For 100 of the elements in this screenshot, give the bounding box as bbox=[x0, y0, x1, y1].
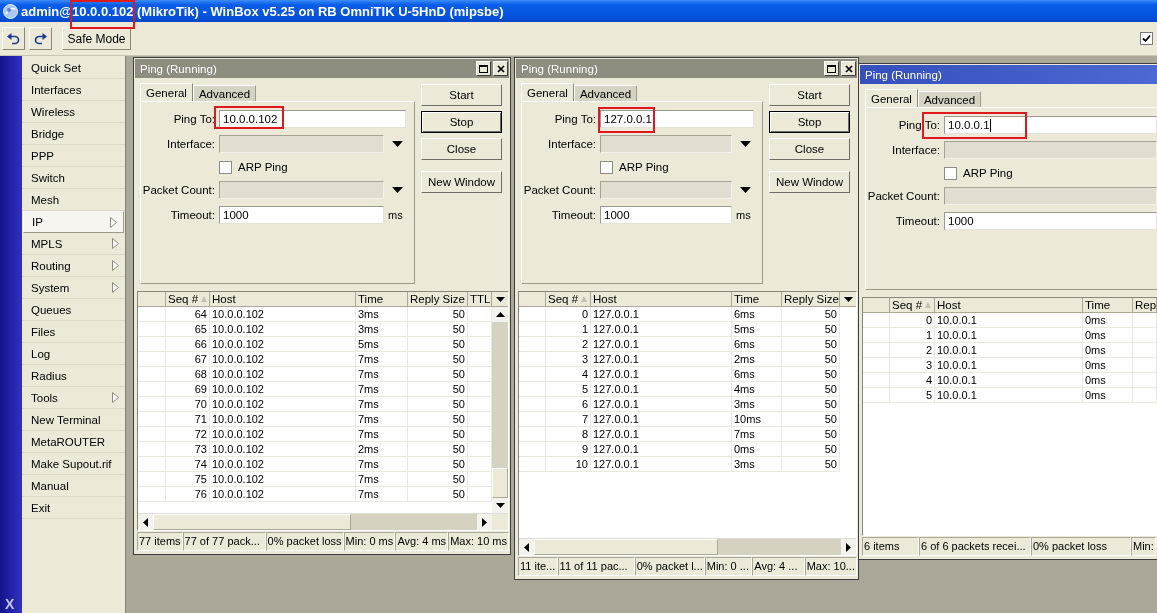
safe-mode-button[interactable]: Safe Mode bbox=[62, 27, 131, 50]
scroll-up-button[interactable] bbox=[492, 307, 508, 322]
scroll-thumb[interactable] bbox=[534, 539, 719, 555]
table-cell: 10.0.0.102 bbox=[210, 322, 356, 337]
column-menu-button[interactable] bbox=[840, 292, 856, 307]
scroll-right-button[interactable] bbox=[841, 539, 856, 555]
input-field[interactable]: 10.0.0.1 bbox=[944, 116, 1157, 134]
column-header[interactable]: Time bbox=[732, 292, 782, 307]
table-cell bbox=[138, 457, 166, 472]
maximize-icon bbox=[827, 64, 836, 73]
scroll-left-button[interactable] bbox=[519, 539, 534, 555]
table-cell: 3 bbox=[890, 358, 935, 373]
table-cell bbox=[138, 442, 166, 457]
button[interactable]: Start bbox=[421, 84, 502, 106]
table-cell: 10.0.0.102 bbox=[210, 442, 356, 457]
tab[interactable]: General bbox=[521, 83, 574, 101]
table-cell bbox=[138, 367, 166, 382]
column-header[interactable]: Time bbox=[356, 292, 408, 307]
button[interactable]: Close bbox=[421, 138, 502, 160]
maximize-button[interactable] bbox=[824, 61, 839, 76]
tab[interactable]: Advanced bbox=[573, 85, 638, 101]
close-icon bbox=[844, 64, 853, 73]
input-field[interactable]: 1000 bbox=[600, 206, 732, 224]
input-field[interactable]: 127.0.0.1 bbox=[600, 110, 754, 128]
horizontal-scrollbar[interactable] bbox=[138, 514, 492, 530]
table-cell: 7ms bbox=[356, 427, 408, 442]
tab[interactable]: General bbox=[865, 89, 918, 107]
caret-icon[interactable] bbox=[391, 141, 403, 147]
column-header[interactable]: Host bbox=[591, 292, 732, 307]
vertical-scrollbar[interactable] bbox=[492, 307, 508, 513]
table-cell: 50 bbox=[408, 397, 468, 412]
table-cell: 10.0.0.102 bbox=[210, 367, 356, 382]
status-bar-item: Avg: 4 ... bbox=[752, 557, 805, 576]
tab[interactable]: Advanced bbox=[917, 91, 982, 107]
caret-icon[interactable] bbox=[739, 141, 751, 147]
table-cell bbox=[138, 307, 166, 322]
table-cell bbox=[1133, 358, 1157, 373]
column-menu-button[interactable] bbox=[492, 292, 508, 307]
checkbox[interactable] bbox=[1140, 32, 1153, 45]
column-header[interactable]: Time bbox=[1083, 298, 1133, 313]
table-cell: 10.0.0.102 bbox=[210, 337, 356, 352]
table-cell: 10.0.0.102 bbox=[210, 307, 356, 322]
close-button[interactable] bbox=[493, 61, 508, 76]
caret-icon[interactable] bbox=[391, 187, 403, 193]
table-cell: 0ms bbox=[1083, 343, 1133, 358]
button[interactable]: Stop bbox=[769, 111, 850, 133]
button[interactable]: New Window bbox=[769, 171, 850, 193]
checkbox[interactable] bbox=[600, 160, 613, 174]
column-header[interactable]: Seq # bbox=[546, 292, 591, 307]
button[interactable]: New Window bbox=[421, 171, 502, 193]
column-header[interactable]: Reply Size bbox=[408, 292, 468, 307]
scroll-left-button[interactable] bbox=[138, 514, 153, 530]
close-button[interactable] bbox=[841, 61, 856, 76]
button[interactable]: Stop bbox=[421, 111, 502, 133]
button[interactable]: Start bbox=[769, 84, 850, 106]
caret-icon bbox=[843, 296, 853, 302]
tab[interactable]: General bbox=[140, 83, 193, 101]
menu-item[interactable]: IP bbox=[23, 211, 124, 233]
table-cell: 127.0.0.1 bbox=[591, 457, 732, 472]
table-cell: 64 bbox=[166, 307, 210, 322]
checkbox[interactable] bbox=[944, 166, 957, 180]
horizontal-scrollbar[interactable] bbox=[519, 539, 856, 555]
scroll-right-button[interactable] bbox=[477, 514, 492, 530]
button[interactable]: Close bbox=[769, 138, 850, 160]
table-cell: 50 bbox=[408, 457, 468, 472]
table-cell: 7ms bbox=[356, 352, 408, 367]
input-field[interactable]: 10.0.0.102 bbox=[219, 110, 406, 128]
table-cell: 7ms bbox=[356, 472, 408, 487]
input-field[interactable]: 1000 bbox=[944, 212, 1157, 230]
undo-button[interactable] bbox=[2, 27, 25, 50]
column-header[interactable]: Seq # bbox=[890, 298, 935, 313]
scroll-thumb[interactable] bbox=[153, 514, 351, 530]
table-cell: 4 bbox=[546, 367, 591, 382]
arrow-left-icon bbox=[524, 542, 529, 552]
maximize-button[interactable] bbox=[476, 61, 491, 76]
column-header[interactable]: Seq # bbox=[166, 292, 210, 307]
table-cell: 127.0.0.1 bbox=[591, 337, 732, 352]
scroll-thumb[interactable] bbox=[492, 468, 508, 498]
table-cell bbox=[863, 373, 890, 388]
table-cell bbox=[138, 382, 166, 397]
status-bar-item: 11 of 11 pac... bbox=[557, 557, 635, 576]
arrow-left-icon bbox=[143, 517, 148, 527]
checkbox[interactable] bbox=[219, 160, 232, 174]
table-cell: 0ms bbox=[1083, 313, 1133, 328]
column-header[interactable]: Host bbox=[935, 298, 1083, 313]
column-header[interactable]: Host bbox=[210, 292, 356, 307]
table-cell bbox=[519, 367, 546, 382]
input-field[interactable]: 1000 bbox=[219, 206, 384, 224]
table-cell: 50 bbox=[408, 412, 468, 427]
redo-button[interactable] bbox=[29, 27, 52, 50]
caret-icon[interactable] bbox=[739, 187, 751, 193]
tab[interactable]: Advanced bbox=[192, 85, 257, 101]
status-bar-item: Avg: 4 ms bbox=[395, 532, 449, 551]
table-cell: 2 bbox=[546, 337, 591, 352]
table-cell: 0ms bbox=[1083, 358, 1133, 373]
scroll-down-button[interactable] bbox=[492, 498, 508, 513]
column-header[interactable]: Rep bbox=[1133, 298, 1157, 313]
window-title: Ping (Running) bbox=[865, 68, 943, 81]
table-cell: 1 bbox=[890, 328, 935, 343]
unit-label: ms bbox=[736, 209, 752, 221]
